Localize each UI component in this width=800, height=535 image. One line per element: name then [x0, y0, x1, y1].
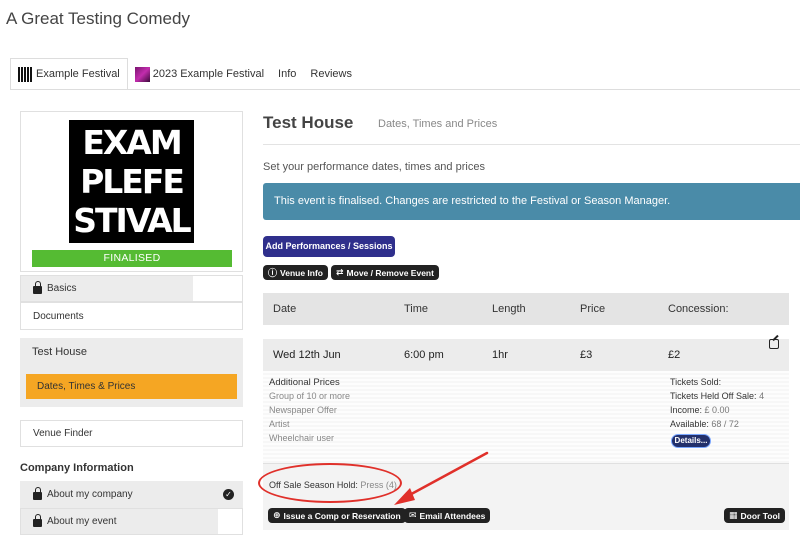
envelope-icon: ✉ [409, 510, 417, 521]
edit-icon[interactable] [769, 339, 779, 349]
lock-icon [33, 487, 42, 500]
example-festival-thumb-icon [18, 66, 33, 82]
tab-2023-example-festival[interactable]: 2023 Example Festival [128, 59, 271, 89]
sidebar-item-about-company[interactable]: About my company ✓ [20, 481, 243, 508]
row-date: Wed 12th Jun [273, 349, 341, 361]
sidebar-item-venue-finder[interactable]: Venue Finder [20, 420, 243, 447]
sidebar-item-label: Documents [33, 310, 84, 322]
tabs-divider [10, 89, 800, 90]
venue-info-button[interactable]: ⓘ Venue Info [263, 265, 328, 280]
available: Available: 68 / 72 [670, 419, 739, 429]
details-button[interactable]: Details... [671, 434, 711, 448]
annotation-ellipse [258, 463, 402, 503]
2023-festival-thumb-icon [134, 66, 150, 82]
lock-icon [33, 281, 42, 294]
move-remove-event-button[interactable]: ⇄ Move / Remove Event [331, 265, 439, 280]
sidebar-item-documents[interactable]: Documents [20, 302, 243, 330]
row-time: 6:00 pm [404, 349, 444, 361]
column-header-time: Time [404, 303, 429, 315]
sidebar-item-label: About my event [47, 516, 117, 527]
row-price: £3 [580, 349, 593, 361]
intro-text: Set your performance dates, times and pr… [263, 161, 485, 173]
add-performances-button[interactable]: Add Performances / Sessions [263, 236, 395, 257]
column-header-date: Date [273, 303, 297, 315]
tab-example-festival[interactable]: Example Festival [10, 58, 128, 89]
lock-icon [33, 514, 42, 527]
sidebar-item-label: Basics [47, 283, 77, 294]
festival-logo: EXAM PLEFE STIVAL [69, 120, 194, 243]
additional-prices-title: Additional Prices [269, 377, 340, 388]
row-details: Additional Prices Group of 10 or more Ne… [263, 371, 789, 463]
sidebar-item-label: Venue Finder [33, 428, 93, 439]
additional-price-item: Artist [269, 419, 290, 429]
tab-label: 2023 Example Festival [152, 68, 265, 80]
tickets-held: Tickets Held Off Sale: 4 [670, 391, 765, 401]
row-concession: £2 [668, 349, 681, 361]
sidebar-item-about-event[interactable]: About my event [20, 508, 243, 535]
email-attendees-button[interactable]: ✉ Email Attendees [404, 508, 491, 523]
sidebar-item-basics[interactable]: Basics [20, 275, 243, 302]
sidebar-group-title[interactable]: Test House [32, 346, 87, 358]
additional-price-item: Newspaper Offer [269, 405, 337, 415]
income: Income: £ 0.00 [670, 405, 730, 415]
sidebar-item-dates-times-prices[interactable]: Dates, Times & Prices [26, 374, 237, 399]
column-header-price: Price [580, 303, 606, 315]
check-circle-icon: ✓ [223, 489, 234, 500]
swap-arrows-icon: ⇄ [336, 267, 344, 278]
status-badge: FINALISED [32, 250, 232, 267]
title-divider [263, 144, 800, 145]
tab-info[interactable]: Info [271, 59, 303, 89]
page-subtitle: Dates, Times and Prices [378, 118, 498, 130]
row-length: 1hr [492, 349, 508, 361]
tab-label: Info [278, 68, 297, 80]
table-row: Wed 12th Jun 6:00 pm 1hr £3 £2 [263, 339, 789, 371]
table-header: Date Time Length Price Concession: [263, 293, 789, 325]
sidebar-section-title: Company Information [20, 462, 134, 474]
column-header-length: Length [492, 303, 526, 315]
plus-circle-icon: ⊕ [273, 510, 281, 521]
app-title: A Great Testing Comedy [6, 9, 190, 28]
issue-comp-button[interactable]: ⊕ Issue a Comp or Reservation [268, 508, 406, 523]
door-tool-button[interactable]: ▦ Door Tool [724, 508, 786, 523]
column-header-concession: Concession: [668, 303, 729, 315]
additional-price-item: Group of 10 or more [269, 391, 351, 401]
festival-logo-card: EXAM PLEFE STIVAL FINALISED [20, 111, 243, 272]
sidebar-item-label: About my company [47, 489, 133, 500]
qr-code-icon: ▦ [729, 510, 738, 521]
tab-bar: Example Festival 2023 Example Festival I… [10, 58, 359, 89]
tab-label: Example Festival [36, 68, 120, 80]
tickets-sold: Tickets Sold: [670, 377, 722, 387]
tab-reviews[interactable]: Reviews [303, 59, 359, 89]
additional-price-item: Wheelchair user [269, 433, 335, 443]
page-title: Test House [263, 113, 354, 132]
info-icon: ⓘ [268, 269, 278, 279]
tab-label: Reviews [310, 68, 352, 80]
finalised-alert: This event is finalised. Changes are res… [263, 183, 800, 220]
sidebar-group-test-house: Test House Dates, Times & Prices [20, 338, 243, 407]
